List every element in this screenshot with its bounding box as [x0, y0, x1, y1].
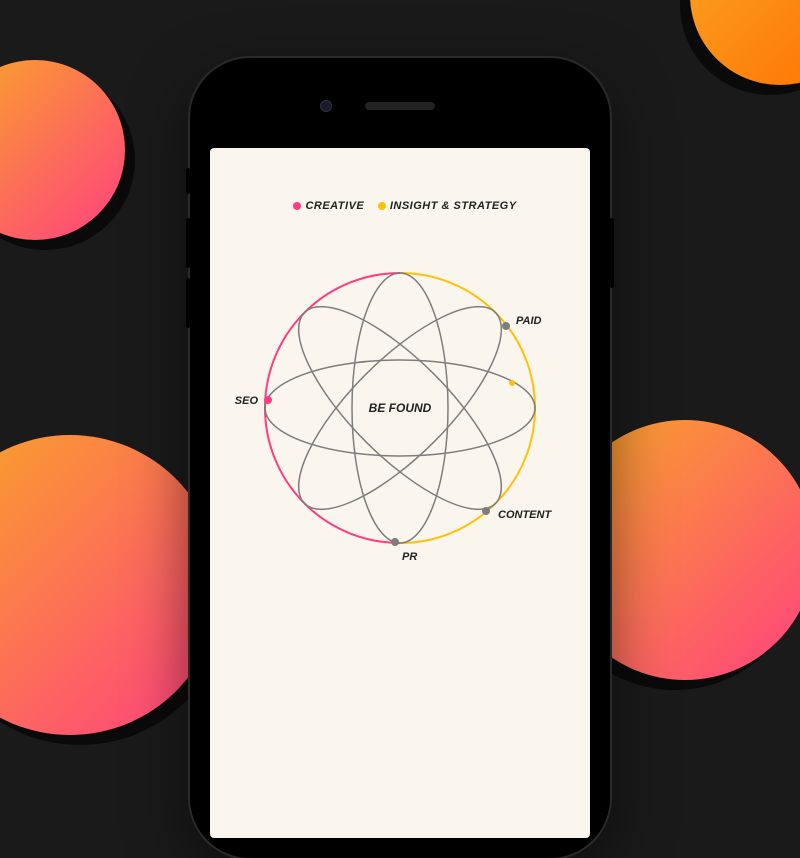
legend-dot-creative	[293, 202, 301, 210]
node-label-content: CONTENT	[498, 509, 552, 521]
phone-speaker	[365, 102, 435, 110]
bg-circle	[690, 0, 800, 85]
phone-volume-up	[186, 218, 190, 268]
legend: CREATIVE INSIGHT & STRATEGY	[210, 200, 590, 212]
phone-power-button	[610, 218, 614, 288]
node-label-pr: PR	[402, 551, 417, 563]
node-dot-content	[482, 507, 490, 515]
phone-screen: CREATIVE INSIGHT & STRATEGY	[210, 148, 590, 838]
legend-label-insight: INSIGHT & STRATEGY	[390, 200, 517, 212]
node-dot-accent	[509, 380, 515, 386]
phone-camera	[320, 100, 332, 112]
phone-frame: CREATIVE INSIGHT & STRATEGY	[190, 58, 610, 858]
legend-dot-insight	[378, 202, 386, 210]
atom-diagram: BE FOUND SEO PAID CONTENT PR	[220, 228, 580, 588]
legend-label-creative: CREATIVE	[305, 200, 364, 212]
phone-mute-switch	[186, 168, 190, 194]
node-label-seo: SEO	[235, 395, 259, 407]
center-label: BE FOUND	[369, 401, 432, 415]
node-dot-seo	[264, 396, 272, 404]
node-label-paid: PAID	[516, 315, 542, 327]
diagram: CREATIVE INSIGHT & STRATEGY	[210, 148, 590, 838]
node-dot-pr	[391, 538, 399, 546]
node-dot-paid	[502, 322, 510, 330]
phone-volume-down	[186, 278, 190, 328]
